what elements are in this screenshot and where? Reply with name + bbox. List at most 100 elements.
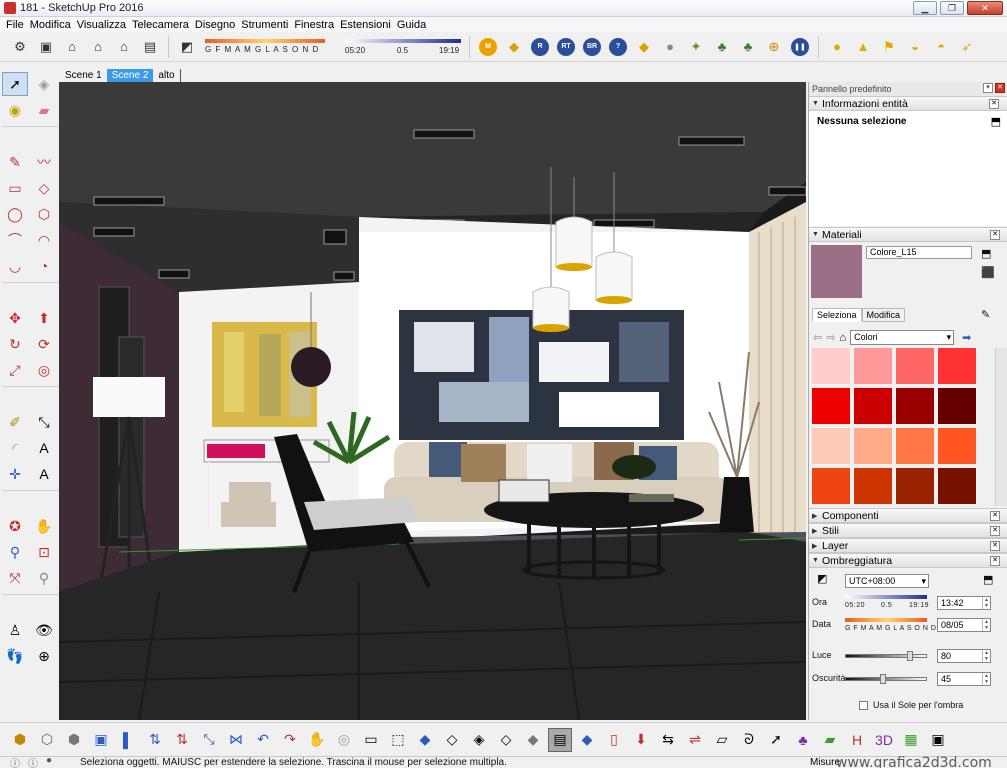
- pin-icon[interactable]: ▾: [983, 83, 993, 93]
- geo-icon[interactable]: ⓘ: [10, 755, 20, 768]
- material-name-field[interactable]: Colore_L15: [866, 246, 972, 259]
- light-input[interactable]: 80 ▲ ▼: [937, 649, 991, 663]
- push-pull-icon[interactable]: ⬆: [31, 306, 57, 330]
- close-button[interactable]: ✕: [967, 1, 1003, 15]
- shaded-textures-icon[interactable]: ▤: [548, 727, 572, 752]
- two-point-arc-icon[interactable]: ◠: [31, 228, 57, 252]
- scale-icon[interactable]: ⤢: [2, 358, 28, 382]
- section-close-icon[interactable]: ✕: [990, 511, 1000, 521]
- swatch-scrollbar[interactable]: [995, 348, 1007, 506]
- default-material-icon[interactable]: ⬛: [981, 266, 995, 279]
- diagonal-arrow-icon[interactable]: ⤡: [197, 728, 221, 752]
- house-icon[interactable]: ⌂: [86, 35, 110, 59]
- tag-icon[interactable]: ◆: [502, 35, 526, 59]
- monochrome-icon[interactable]: ◆: [575, 728, 599, 752]
- menu-camera[interactable]: Telecamera: [129, 19, 192, 31]
- move-icon[interactable]: ✥: [2, 306, 28, 330]
- time-input[interactable]: 13:42 ▲ ▼: [937, 596, 991, 610]
- color-swatch[interactable]: [938, 468, 976, 504]
- shadow-date-slider[interactable]: G F M A M G L A S O N D: [201, 35, 341, 59]
- maximize-button[interactable]: ❐: [940, 1, 964, 15]
- use-sun-checkbox[interactable]: [859, 701, 868, 710]
- section-plane-icon[interactable]: ⊕: [31, 644, 57, 668]
- eraser-icon[interactable]: ▰: [31, 98, 57, 122]
- tab-edit[interactable]: Modifica: [861, 308, 906, 322]
- swap-icon[interactable]: ⇆: [656, 728, 680, 752]
- make-3d-icon[interactable]: 3D: [872, 728, 896, 752]
- wireframe-icon[interactable]: ◈: [467, 728, 491, 752]
- home-icon[interactable]: ⌂: [60, 35, 84, 59]
- stretch-icon[interactable]: ⇌: [683, 728, 707, 752]
- rotate-icon[interactable]: ↻: [2, 332, 28, 356]
- align-up-down-icon[interactable]: ⇅: [143, 728, 167, 752]
- timezone-select[interactable]: UTC+08:00: [845, 574, 929, 588]
- freehand-icon[interactable]: 〰: [31, 150, 57, 174]
- align-red-icon[interactable]: ⇅: [170, 728, 194, 752]
- tape-measure-icon[interactable]: ✐: [2, 410, 28, 434]
- menu-view[interactable]: Visualizza: [74, 19, 129, 31]
- dimension-icon[interactable]: ⤡: [31, 410, 57, 434]
- tab-scene-1[interactable]: Scene 1: [60, 69, 107, 82]
- shadow-details-icon[interactable]: ⬒: [983, 573, 993, 586]
- dark-input[interactable]: 45 ▲ ▼: [937, 672, 991, 686]
- section-close-icon[interactable]: ✕: [990, 230, 1000, 240]
- zoom-icon[interactable]: ⚲: [2, 540, 28, 564]
- xray-icon[interactable]: ◆: [413, 728, 437, 752]
- sphere-icon[interactable]: ●: [658, 35, 682, 59]
- slice-icon[interactable]: ▱: [710, 728, 734, 752]
- menu-draw[interactable]: Disegno: [192, 19, 238, 31]
- color-swatch[interactable]: [938, 428, 976, 464]
- menu-window[interactable]: Finestra: [291, 19, 337, 31]
- redo-icon[interactable]: ↷: [278, 728, 302, 752]
- blue-axis-icon[interactable]: ▌: [116, 728, 140, 752]
- materials-header[interactable]: ▼ Materiali ✕: [809, 227, 1007, 242]
- time-slider[interactable]: [845, 595, 927, 599]
- select-arrow-icon[interactable]: ➚: [2, 72, 28, 96]
- color-swatch[interactable]: [896, 468, 934, 504]
- top-view-icon[interactable]: ⬡: [35, 728, 59, 752]
- 3d-viewport[interactable]: [59, 82, 806, 720]
- red-frame-icon[interactable]: ▯: [602, 728, 626, 752]
- date-slider[interactable]: [845, 618, 927, 622]
- shadows-header[interactable]: ▼ Ombreggiatura ✕: [809, 553, 1007, 568]
- green-grid-icon[interactable]: ▦: [899, 728, 923, 752]
- follow-me-icon[interactable]: ⟳: [31, 332, 57, 356]
- color-swatch[interactable]: [896, 388, 934, 424]
- entity-info-header[interactable]: ▼ Informazioni entità ✕: [809, 96, 1007, 111]
- menu-file[interactable]: File: [3, 19, 27, 31]
- help-button[interactable]: ?: [606, 35, 630, 59]
- menu-extensions[interactable]: Estensioni: [337, 19, 394, 31]
- user-icon[interactable]: ●: [46, 755, 52, 768]
- walk-icon[interactable]: 👣: [2, 644, 28, 668]
- back-arrow-icon[interactable]: ⇦: [813, 331, 822, 344]
- orbit-icon[interactable]: ✪: [2, 514, 28, 538]
- layers-header[interactable]: ▶ Layer ✕: [809, 538, 1007, 553]
- three-point-arc-icon[interactable]: ◡: [2, 254, 28, 278]
- color-swatch[interactable]: [854, 428, 892, 464]
- dark-slider-thumb[interactable]: [880, 674, 886, 684]
- paint-tag-icon[interactable]: ◆: [632, 35, 656, 59]
- tab-select[interactable]: Seleziona: [812, 308, 862, 322]
- rotate-button[interactable]: R: [528, 35, 552, 59]
- half-sphere-icon[interactable]: ◒: [903, 35, 927, 59]
- previous-view-icon[interactable]: ⚲: [31, 566, 57, 590]
- warehouse-icon[interactable]: ⚙: [8, 35, 32, 59]
- move-scene-button[interactable]: M: [476, 35, 500, 59]
- undo-icon[interactable]: ↶: [251, 728, 275, 752]
- offset-icon[interactable]: ◎: [31, 358, 57, 382]
- store-icon[interactable]: ▤: [138, 35, 162, 59]
- hidden-line-icon[interactable]: ◇: [494, 728, 518, 752]
- position-camera-icon[interactable]: ♙: [2, 618, 28, 642]
- back-edges-icon[interactable]: ◇: [440, 728, 464, 752]
- cursor-icon[interactable]: ➚: [764, 728, 788, 752]
- components-header[interactable]: ▶ Componenti ✕: [809, 508, 1007, 523]
- texture-icon[interactable]: ▣: [89, 728, 113, 752]
- component-icon[interactable]: ▣: [34, 35, 58, 59]
- plant-icon[interactable]: ♣: [736, 35, 760, 59]
- menu-tools[interactable]: Strumenti: [238, 19, 291, 31]
- color-swatch[interactable]: [812, 348, 850, 384]
- line-pencil-icon[interactable]: ✎: [2, 150, 28, 174]
- drop-down-icon[interactable]: ⬇: [629, 728, 653, 752]
- color-swatch[interactable]: [812, 428, 850, 464]
- color-swatch[interactable]: [896, 348, 934, 384]
